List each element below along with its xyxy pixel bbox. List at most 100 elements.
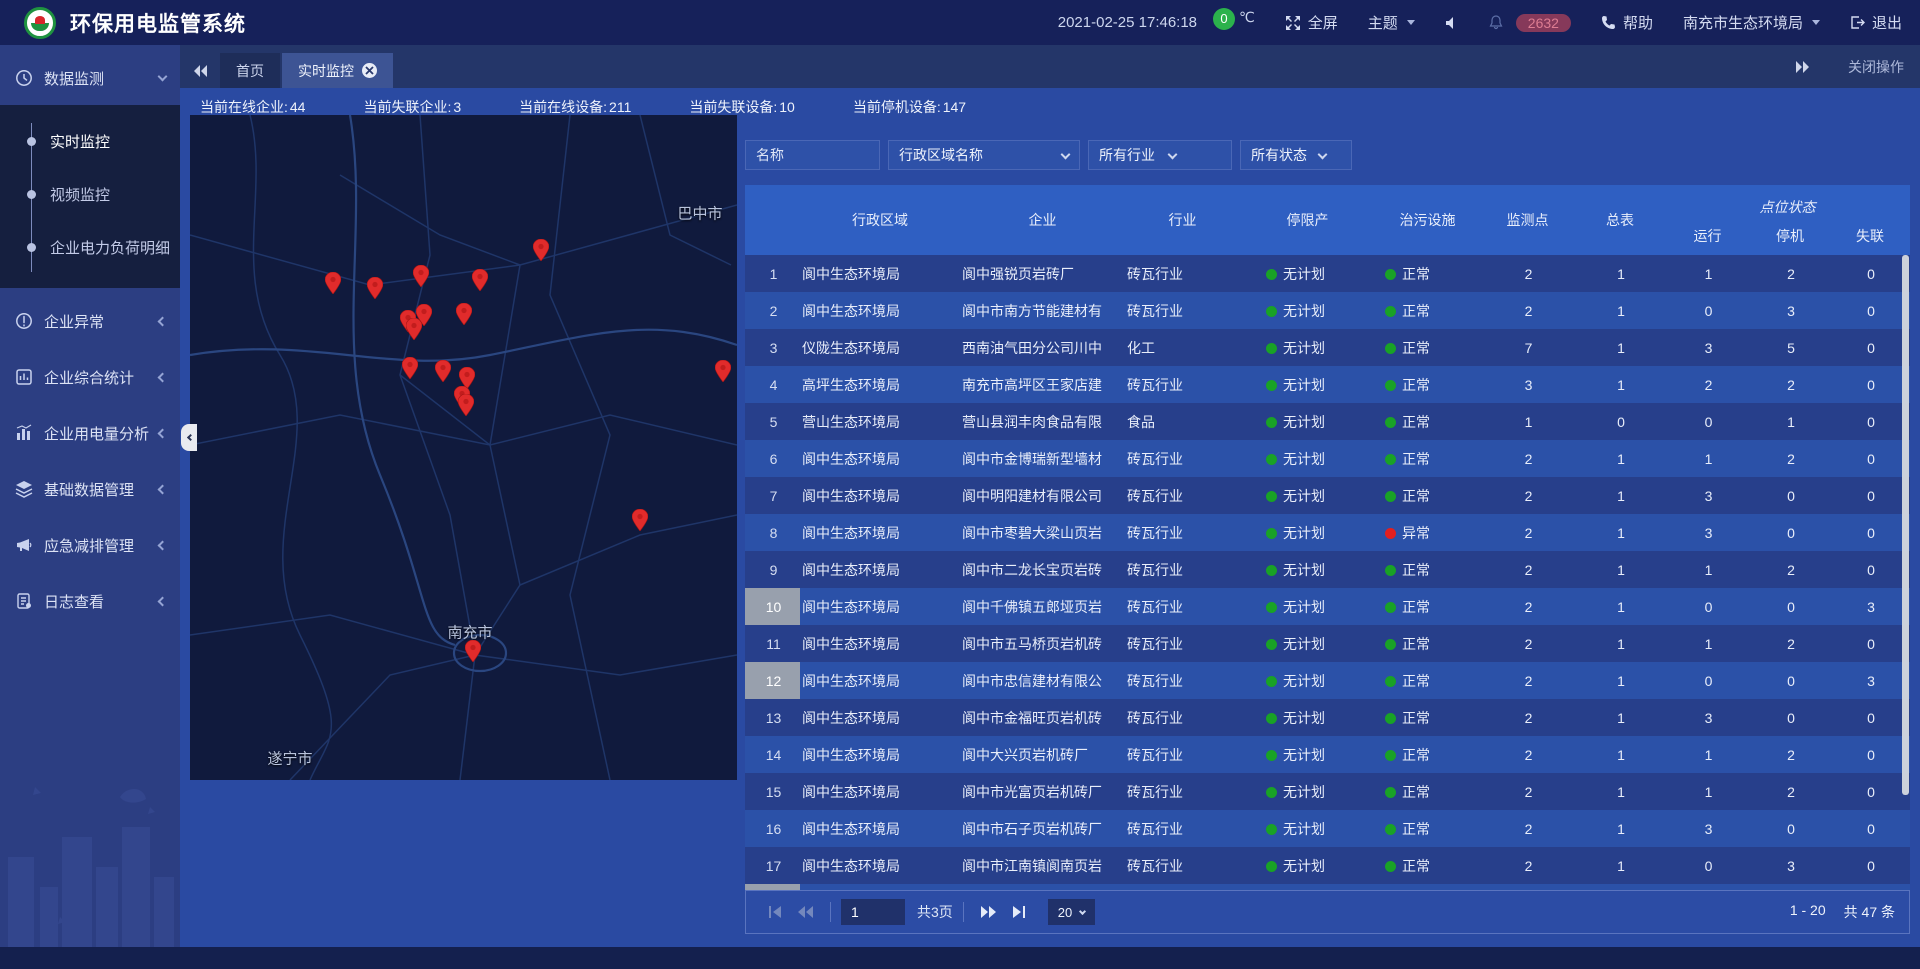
close-operations-button[interactable]: 关闭操作 — [1848, 57, 1904, 77]
next-page-button[interactable] — [974, 899, 1004, 925]
map-pin[interactable] — [402, 357, 418, 379]
column-header[interactable]: 停限产 — [1240, 185, 1375, 255]
sidebar-item[interactable]: 企业用电量分析 — [0, 410, 180, 456]
sidebar-item[interactable]: 企业异常 — [0, 298, 180, 344]
cell-lost-count: 0 — [1830, 858, 1910, 874]
table-row[interactable]: 9 阆中生态环境局 阆中市二龙长宝页岩砖 砖瓦行业 无计划 正常 2 1 1 2… — [745, 551, 1910, 588]
tabs-scroll-right-button[interactable] — [1782, 49, 1822, 84]
table-row[interactable]: 7 阆中生态环境局 阆中明阳建材有限公司 砖瓦行业 无计划 正常 2 1 3 0… — [745, 477, 1910, 514]
sidebar-item[interactable]: 数据监测 — [0, 55, 180, 101]
prev-page-button[interactable] — [790, 899, 820, 925]
city-skyline-decoration — [0, 767, 180, 947]
page-size-select[interactable]: 20 — [1048, 899, 1095, 925]
column-header[interactable]: 运行 — [1665, 217, 1750, 255]
table-row[interactable]: 14 阆中生态环境局 阆中大兴页岩机砖厂 砖瓦行业 无计划 正常 2 1 1 2… — [745, 736, 1910, 773]
sound-button[interactable] — [1445, 16, 1459, 30]
cell-facility-status: 正常 — [1375, 264, 1480, 284]
cell-run-count: 3 — [1665, 710, 1750, 726]
table-row[interactable]: 11 阆中生态环境局 阆中市五马桥页岩机砖 砖瓦行业 无计划 正常 2 1 1 … — [745, 625, 1910, 662]
column-header[interactable]: 监测点 — [1480, 185, 1575, 255]
map-pin[interactable] — [715, 360, 731, 382]
tab-实时监控[interactable]: 实时监控 — [282, 53, 393, 88]
table-row[interactable]: 3 仪陇生态环境局 西南油气田分公司川中 化工 无计划 正常 7 1 3 5 0 — [745, 329, 1910, 366]
name-filter-input[interactable] — [756, 147, 869, 163]
map-pin[interactable] — [367, 277, 383, 299]
cell-industry: 砖瓦行业 — [1125, 486, 1240, 506]
map-pin[interactable] — [458, 394, 474, 416]
cell-monitor-count: 2 — [1480, 858, 1575, 874]
name-filter[interactable] — [745, 140, 880, 170]
cell-stop-count: 2 — [1750, 377, 1830, 393]
cell-production-status: 无计划 — [1240, 486, 1375, 506]
cell-production-status: 无计划 — [1240, 856, 1375, 876]
last-page-button[interactable] — [1004, 899, 1034, 925]
sidebar-subitem[interactable]: 视频监控 — [0, 168, 180, 221]
region-filter-select[interactable]: 行政区域名称 — [888, 140, 1080, 170]
status-dot-icon — [1385, 306, 1396, 317]
table-row[interactable]: 13 阆中生态环境局 阆中市金福旺页岩机砖 砖瓦行业 无计划 正常 2 1 3 … — [745, 699, 1910, 736]
logout-button[interactable]: 退出 — [1850, 12, 1902, 33]
sidebar-item[interactable]: 应急减排管理 — [0, 522, 180, 568]
table-scrollbar[interactable] — [1902, 255, 1909, 795]
sidebar-item[interactable]: 日志查看 — [0, 578, 180, 624]
column-header[interactable]: 行政区域 — [800, 185, 960, 255]
tabs-scroll-left-button[interactable] — [180, 53, 220, 88]
tab-首页[interactable]: 首页 — [220, 53, 280, 88]
cell-monitor-count: 3 — [1480, 377, 1575, 393]
sidebar-subitem[interactable]: 实时监控 — [0, 115, 180, 168]
cell-run-count: 1 — [1665, 636, 1750, 652]
table-row[interactable]: 12 阆中生态环境局 阆中市忠信建材有限公 砖瓦行业 无计划 正常 2 1 0 … — [745, 662, 1910, 699]
table-row[interactable]: 2 阆中生态环境局 阆中市南方节能建材有 砖瓦行业 无计划 正常 2 1 0 3… — [745, 292, 1910, 329]
map-pin[interactable] — [456, 303, 472, 325]
map-pin[interactable] — [465, 640, 481, 662]
map-pin[interactable] — [472, 269, 488, 291]
sidebar-item[interactable]: 企业综合统计 — [0, 354, 180, 400]
sidebar-item[interactable]: 基础数据管理 — [0, 466, 180, 512]
table-row[interactable]: 17 阆中生态环境局 阆中市江南镇阆南页岩 砖瓦行业 无计划 正常 2 1 0 … — [745, 847, 1910, 884]
help-button[interactable]: 帮助 — [1601, 12, 1653, 33]
table-row[interactable]: 6 阆中生态环境局 阆中市金博瑞新型墙材 砖瓦行业 无计划 正常 2 1 1 2… — [745, 440, 1910, 477]
sidebar-collapse-button[interactable] — [181, 424, 197, 451]
map-panel[interactable]: 巴中市南充市遂宁市 — [190, 115, 737, 780]
cell-run-count: 1 — [1665, 784, 1750, 800]
close-icon[interactable] — [362, 63, 377, 78]
map-pin[interactable] — [533, 239, 549, 261]
notifications[interactable]: 2632 — [1489, 14, 1571, 32]
table-row[interactable]: 5 营山生态环境局 营山县润丰肉食品有限 食品 无计划 正常 1 0 0 1 0 — [745, 403, 1910, 440]
sidebar: 数据监测 实时监控 视频监控 企业电力负荷明细 企业异 — [0, 45, 180, 947]
column-header[interactable]: 治污设施 — [1375, 185, 1480, 255]
cell-production-status: 无计划 — [1240, 745, 1375, 765]
industry-filter-select[interactable]: 所有行业 — [1088, 140, 1232, 170]
row-index: 9 — [745, 551, 800, 588]
theme-dropdown[interactable]: 主题 — [1368, 12, 1415, 33]
map-pin[interactable] — [413, 265, 429, 287]
cell-lost-count: 0 — [1830, 488, 1910, 504]
map-pin[interactable] — [406, 318, 422, 340]
status-filter-select[interactable]: 所有状态 — [1240, 140, 1352, 170]
column-header[interactable]: 停机 — [1750, 217, 1830, 255]
map-pin[interactable] — [325, 272, 341, 294]
map-pin[interactable] — [435, 360, 451, 382]
fullscreen-button[interactable]: 全屏 — [1285, 12, 1338, 33]
map-pin[interactable] — [632, 509, 648, 531]
cell-meter-count: 1 — [1575, 821, 1665, 837]
first-page-button[interactable] — [760, 899, 790, 925]
cell-region: 阆中生态环境局 — [800, 449, 960, 469]
table-row[interactable]: 16 阆中生态环境局 阆中市石子页岩机砖厂 砖瓦行业 无计划 正常 2 1 3 … — [745, 810, 1910, 847]
column-header[interactable]: 失联 — [1830, 217, 1910, 255]
cell-facility-status: 正常 — [1375, 412, 1480, 432]
org-dropdown[interactable]: 南充市生态环境局 — [1683, 12, 1820, 33]
table-row[interactable]: 15 阆中生态环境局 阆中市光富页岩机砖厂 砖瓦行业 无计划 正常 2 1 1 … — [745, 773, 1910, 810]
cell-run-count: 1 — [1665, 562, 1750, 578]
column-header[interactable]: 行业 — [1125, 185, 1240, 255]
page-number-input[interactable] — [841, 899, 905, 925]
table-row[interactable]: 10 阆中生态环境局 阆中千佛镇五郎垭页岩 砖瓦行业 无计划 正常 2 1 0 … — [745, 588, 1910, 625]
table-row[interactable]: 1 阆中生态环境局 阆中强锐页岩砖厂 砖瓦行业 无计划 正常 2 1 1 2 0 — [745, 255, 1910, 292]
table-row[interactable]: 4 高坪生态环境局 南充市高坪区王家店建 砖瓦行业 无计划 正常 3 1 2 2… — [745, 366, 1910, 403]
column-header[interactable]: 企业 — [960, 185, 1125, 255]
cell-run-count: 0 — [1665, 303, 1750, 319]
table-row[interactable]: 8 阆中生态环境局 阆中市枣碧大梁山页岩 砖瓦行业 无计划 异常 2 1 3 0… — [745, 514, 1910, 551]
cell-run-count: 1 — [1665, 266, 1750, 282]
column-header[interactable]: 总表 — [1575, 185, 1665, 255]
sidebar-subitem[interactable]: 企业电力负荷明细 — [0, 221, 180, 274]
